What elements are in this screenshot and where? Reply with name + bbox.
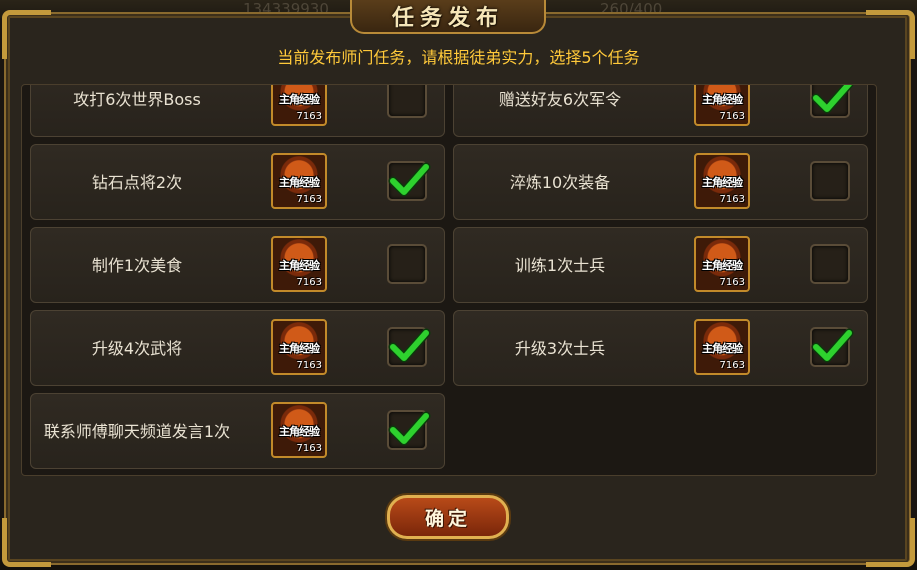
- task-item[interactable]: 淬炼10次装备 主角经验 7163: [453, 144, 868, 220]
- reward-item-icon[interactable]: 主角经验 7163: [694, 236, 750, 292]
- task-label: 钻石点将2次: [91, 172, 183, 192]
- task-label: 制作1次美食: [91, 255, 183, 275]
- task-item[interactable]: 钻石点将2次 主角经验 7163: [30, 144, 445, 220]
- reward-count: 7163: [719, 111, 745, 122]
- reward-count: 7163: [719, 194, 745, 205]
- task-label: 攻打6次世界Boss: [73, 89, 201, 109]
- frame-corner-ornament: [866, 518, 915, 567]
- reward-item-icon[interactable]: 主角经验 7163: [271, 319, 327, 375]
- task-item[interactable]: 制作1次美食 主角经验 7163: [30, 227, 445, 303]
- task-item[interactable]: 升级3次士兵 主角经验 7163: [453, 310, 868, 386]
- checkmark-icon: [388, 328, 431, 363]
- task-checkbox[interactable]: [810, 161, 850, 201]
- reward-name: 主角经验: [279, 425, 320, 438]
- checkmark-icon: [811, 85, 854, 114]
- task-label: 淬炼10次装备: [509, 172, 611, 192]
- task-checkbox[interactable]: [387, 244, 427, 284]
- reward-name: 主角经验: [702, 259, 743, 272]
- task-label: 赠送好友6次军令: [498, 89, 622, 109]
- task-checkbox[interactable]: [387, 327, 431, 367]
- task-checkbox[interactable]: [387, 410, 431, 450]
- reward-item-icon[interactable]: 主角经验 7163: [694, 85, 750, 126]
- task-label: 联系师傅聊天频道发言1次: [43, 421, 231, 441]
- dialog-title: 任务发布: [391, 6, 504, 31]
- dialog-instructions: 当前发布师门任务，请根据徒弟实力，选择5个任务: [277, 48, 640, 67]
- confirm-button-label: 确定: [424, 507, 471, 530]
- reward-count: 7163: [296, 277, 322, 288]
- task-item[interactable]: 联系师傅聊天频道发言1次 主角经验 7163: [30, 393, 445, 469]
- task-label: 升级4次武将: [91, 338, 183, 358]
- task-item[interactable]: 训练1次士兵 主角经验 7163: [453, 227, 868, 303]
- reward-count: 7163: [296, 360, 322, 371]
- reward-item-icon[interactable]: 主角经验 7163: [694, 319, 750, 375]
- task-checkbox[interactable]: [387, 161, 431, 201]
- reward-name: 主角经验: [279, 259, 320, 272]
- reward-count: 7163: [719, 360, 745, 371]
- checkmark-icon: [388, 162, 431, 197]
- reward-name: 主角经验: [279, 176, 320, 189]
- reward-count: 7163: [296, 194, 322, 205]
- task-item[interactable]: 赠送好友6次军令 主角经验 7163: [453, 85, 868, 137]
- reward-name: 主角经验: [279, 342, 320, 355]
- task-checkbox[interactable]: [810, 244, 850, 284]
- task-checkbox[interactable]: [810, 327, 854, 367]
- task-checkbox[interactable]: [387, 85, 427, 118]
- reward-count: 7163: [719, 277, 745, 288]
- reward-count: 7163: [296, 443, 322, 454]
- task-item[interactable]: 攻打6次世界Boss 主角经验 7163: [30, 85, 445, 137]
- task-label: 升级3次士兵: [514, 338, 606, 358]
- reward-item-icon[interactable]: 主角经验 7163: [271, 236, 327, 292]
- confirm-button[interactable]: 确定: [387, 495, 509, 539]
- reward-name: 主角经验: [279, 93, 320, 106]
- reward-name: 主角经验: [702, 176, 743, 189]
- dialog-title-plaque: 任务发布: [350, 0, 546, 34]
- reward-item-icon[interactable]: 主角经验 7163: [271, 402, 327, 458]
- reward-item-icon[interactable]: 主角经验 7163: [271, 153, 327, 209]
- reward-item-icon[interactable]: 主角经验 7163: [694, 153, 750, 209]
- checkmark-icon: [388, 411, 431, 446]
- reward-count: 7163: [296, 111, 322, 122]
- task-item[interactable]: 升级4次武将 主角经验 7163: [30, 310, 445, 386]
- task-list[interactable]: 攻打6次世界Boss 主角经验 7163 赠送好友6次军令 主角经验 7163 钻石点将2次…: [21, 84, 877, 476]
- task-label: 训练1次士兵: [514, 255, 606, 275]
- reward-name: 主角经验: [702, 93, 743, 106]
- task-checkbox[interactable]: [810, 85, 854, 118]
- frame-corner-ornament: [2, 518, 51, 567]
- reward-name: 主角经验: [702, 342, 743, 355]
- checkmark-icon: [811, 328, 854, 363]
- reward-item-icon[interactable]: 主角经验 7163: [271, 85, 327, 126]
